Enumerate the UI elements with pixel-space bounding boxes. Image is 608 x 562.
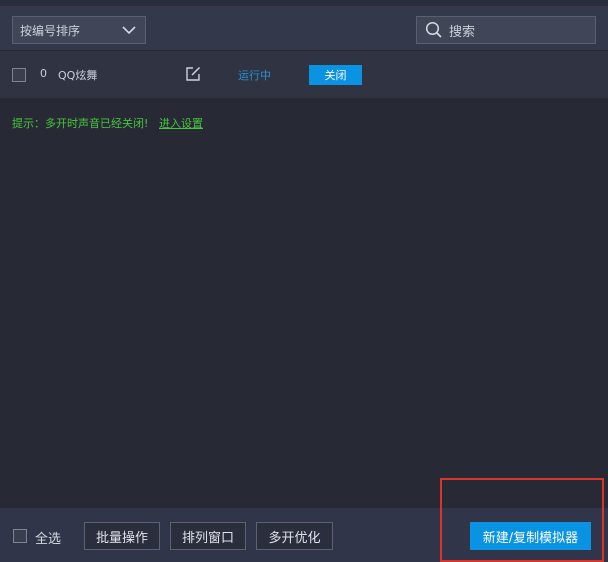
close-instance-button[interactable]: 关闭 [309, 65, 362, 85]
arrange-windows-button[interactable]: 排列窗口 [170, 522, 246, 550]
multi-open-optimize-button[interactable]: 多开优化 [256, 522, 333, 550]
row-checkbox[interactable] [12, 68, 26, 82]
top-edge [0, 0, 608, 6]
instance-row[interactable]: 0 QQ炫舞 运行中 关闭 [0, 50, 608, 98]
edit-icon[interactable] [184, 65, 202, 83]
search-placeholder: 搜索 [449, 24, 476, 40]
chevron-down-icon [122, 26, 136, 35]
instance-status: 运行中 [238, 69, 271, 82]
sort-dropdown-label: 按编号排序 [20, 23, 81, 38]
select-all-label: 全选 [35, 532, 62, 547]
search-icon [425, 21, 442, 38]
settings-link[interactable]: 进入设置 [159, 115, 203, 131]
footer-bar: 全选 批量操作 排列窗口 多开优化 新建/复制模拟器 [0, 508, 608, 562]
instance-index: 0 [40, 67, 47, 80]
instance-name: QQ炫舞 [58, 69, 98, 82]
new-copy-emulator-button[interactable]: 新建/复制模拟器 [470, 522, 591, 550]
select-all-checkbox[interactable] [13, 529, 27, 543]
search-input[interactable]: 搜索 [416, 16, 596, 44]
sound-tip-text: 提示：多开时声音已经关闭! [12, 117, 149, 130]
sort-dropdown[interactable]: 按编号排序 [12, 16, 146, 44]
batch-operation-button[interactable]: 批量操作 [84, 522, 160, 550]
